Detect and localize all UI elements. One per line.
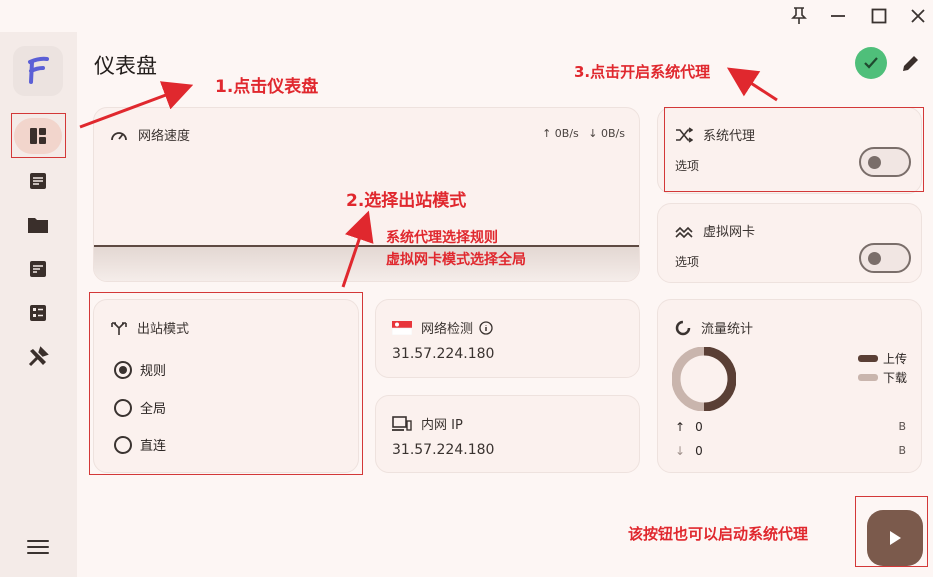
- traffic-card: 流量统计 上传 下载 ↑ 0 B ↓ 0 B: [657, 299, 922, 473]
- close-icon[interactable]: [903, 2, 933, 30]
- nav-profiles[interactable]: [14, 207, 62, 243]
- annotation-box-play: [855, 496, 928, 567]
- annotation-step3: 3.点击开启系统代理: [574, 63, 711, 81]
- tun-card: 虚拟网卡 选项: [657, 203, 922, 283]
- lan-ip-value: 31.57.224.180: [392, 442, 495, 458]
- tools-icon: [28, 346, 49, 367]
- annotation-step1: 1.点击仪表盘: [215, 77, 319, 97]
- annotation-step2: 2.选择出站模式: [346, 191, 467, 211]
- annotation-box-dashboard: [11, 113, 66, 158]
- check-icon: [864, 57, 878, 69]
- legend-download: 下载: [858, 369, 907, 386]
- network-check-ip: 31.57.224.180: [392, 346, 495, 362]
- speed-chart: [94, 245, 639, 281]
- annotation-box-system-proxy: [664, 107, 924, 192]
- edit-button[interactable]: [899, 51, 923, 75]
- nav-tools[interactable]: [14, 339, 62, 375]
- annotation-play-note: 该按钮也可以启动系统代理: [628, 525, 809, 543]
- menu-icon[interactable]: [24, 537, 52, 557]
- upload-unit: B: [898, 420, 906, 433]
- pin-icon[interactable]: [784, 2, 814, 30]
- annotation-step2-note2: 虚拟网卡模式选择全局: [386, 252, 526, 268]
- status-check-button[interactable]: [855, 47, 887, 79]
- download-speed: ↓ 0B/s: [588, 127, 625, 140]
- nav-connections[interactable]: [14, 295, 62, 331]
- nav-rules[interactable]: [14, 251, 62, 287]
- article-icon: [30, 173, 46, 189]
- annotation-step2-note1: 系统代理选择规则: [386, 230, 498, 246]
- title-bar: [0, 0, 933, 32]
- network-speed-title: 网络速度: [138, 129, 191, 144]
- legend-upload-label: 上传: [883, 352, 908, 366]
- page-title: 仪表盘: [94, 54, 157, 78]
- folder-icon: [28, 218, 48, 233]
- upload-total: 0: [695, 420, 703, 434]
- annotation-arrows: [79, 67, 778, 288]
- tun-title: 虚拟网卡: [703, 225, 756, 240]
- traffic-donut: [672, 347, 736, 411]
- lan-ip-card: 内网 IP 31.57.224.180: [375, 395, 640, 473]
- legend-upload: 上传: [858, 350, 907, 367]
- arrow-up-icon: ↑: [675, 420, 686, 434]
- flag-icon: [392, 320, 412, 335]
- arrow-down-icon: ↓: [675, 444, 686, 458]
- maximize-icon[interactable]: [864, 2, 894, 30]
- donut-chart-icon: [675, 320, 691, 335]
- speedometer-icon: [111, 131, 127, 140]
- annotation-box-outbound: [89, 292, 363, 475]
- lan-ip-title: 内网 IP: [421, 418, 463, 433]
- tun-toggle[interactable]: [859, 243, 911, 273]
- devices-icon: [392, 415, 412, 431]
- upload-speed: ↑ 0B/s: [542, 127, 579, 140]
- network-check-card: 网络检测 31.57.224.180: [375, 299, 640, 378]
- network-check-title: 网络检测: [421, 322, 474, 337]
- tun-option-label: 选项: [675, 255, 700, 269]
- download-unit: B: [898, 444, 906, 457]
- info-icon[interactable]: [479, 320, 493, 335]
- network-wave-icon: [675, 226, 693, 238]
- app-logo: [13, 46, 63, 96]
- legend-download-label: 下载: [883, 371, 908, 385]
- rules-icon: [30, 261, 46, 277]
- checklist-icon: [30, 305, 46, 321]
- nav-logs[interactable]: [14, 163, 62, 199]
- pencil-icon: [903, 56, 918, 71]
- download-total: 0: [695, 444, 703, 458]
- minimize-icon[interactable]: [823, 2, 853, 30]
- traffic-title: 流量统计: [701, 322, 754, 337]
